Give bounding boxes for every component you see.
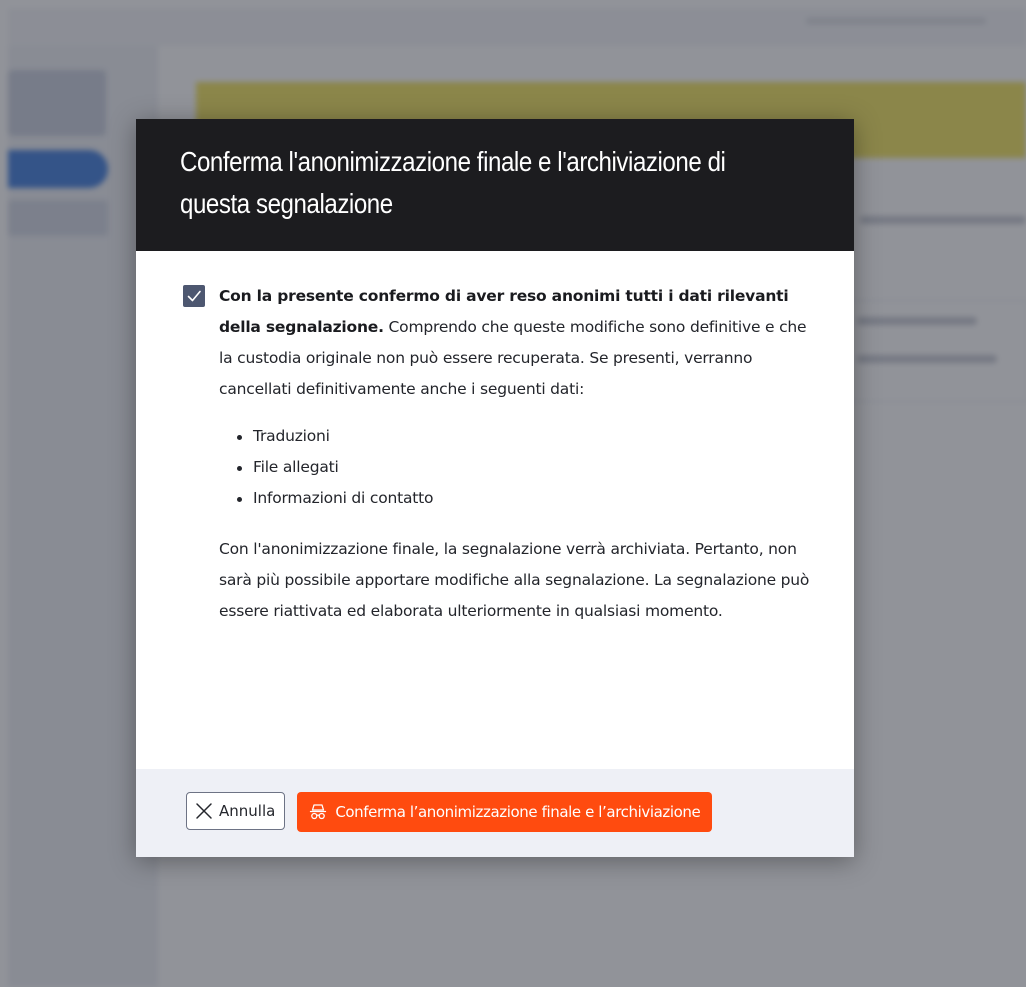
confirmation-checkbox[interactable] (183, 285, 205, 307)
checkmark-icon (187, 290, 201, 302)
confirmation-row: Con la presente confermo di aver reso an… (180, 281, 810, 405)
confirm-anonymization-button[interactable]: Conferma l’anonimizzazione finale e l’ar… (297, 792, 713, 832)
confirmation-text[interactable]: Con la presente confermo di aver reso an… (219, 281, 810, 405)
anonymous-incognito-icon (309, 803, 327, 821)
close-icon (195, 802, 213, 820)
dialog-title: Conferma l'anonimizzazione finale e l'ar… (180, 146, 726, 219)
dialog-header: Conferma l'anonimizzazione finale e l'ar… (136, 119, 854, 251)
archive-info-text: Con l'anonimizzazione finale, la segnala… (219, 540, 810, 620)
list-item: Traduzioni (237, 421, 810, 452)
dialog-body: Con la presente confermo di aver reso an… (136, 251, 854, 769)
list-item: File allegati (237, 452, 810, 483)
cancel-button-label: Annulla (219, 802, 276, 820)
list-item: Informazioni di contatto (237, 483, 810, 514)
anonymization-dialog: Conferma l'anonimizzazione finale e l'ar… (136, 119, 854, 857)
confirm-button-label: Conferma l’anonimizzazione finale e l’ar… (335, 803, 701, 821)
cancel-button[interactable]: Annulla (186, 792, 286, 830)
dialog-footer: Annulla Conferma l’anonimizzazione final… (136, 769, 854, 857)
deleted-data-list: Traduzioni File allegati Informazioni di… (219, 421, 810, 514)
